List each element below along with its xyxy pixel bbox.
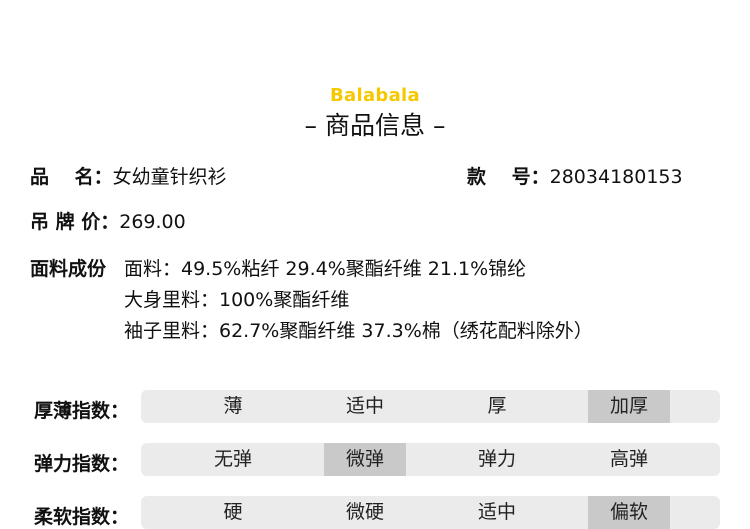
thickness-index-label: 厚薄指数： [34, 400, 130, 422]
elasticity-option: 高弹 [609, 448, 648, 470]
elasticity-index-label: 弹力指数： [34, 453, 130, 475]
thickness-option: 适中 [345, 395, 384, 417]
sku-value: 28034180153 [549, 166, 683, 188]
price-label: 吊 牌 价： [30, 211, 120, 233]
price-row: 吊 牌 价：269.00 [30, 207, 186, 234]
sku-row: 款 号：28034180153 [467, 162, 683, 189]
thickness-option: 加厚 [588, 390, 670, 423]
softness-option: 偏软 [588, 496, 670, 529]
sku-label: 款 号： [467, 166, 550, 188]
composition-label: 面料成份 [30, 258, 107, 280]
softness-index-bar: 硬 微硬 适中 偏软 [141, 496, 720, 529]
price-value: 269.00 [119, 211, 186, 233]
softness-option: 微硬 [345, 501, 384, 523]
product-name-label: 品 名： [30, 166, 113, 188]
softness-option: 适中 [477, 501, 516, 523]
elasticity-option: 弹力 [477, 448, 516, 470]
product-name-row: 品 名：女幼童针织衫 [30, 162, 227, 189]
brand-logo: Balabala [330, 85, 420, 106]
thickness-option: 厚 [487, 395, 507, 417]
composition-line: 袖子里料：62.7%聚酯纤维 37.3%棉（绣花配料除外） [124, 320, 593, 342]
product-name-value: 女幼童针织衫 [112, 166, 227, 188]
section-title: – 商品信息 – [304, 111, 446, 140]
composition-line: 面料：49.5%粘纤 29.4%聚酯纤维 21.1%锦纶 [124, 258, 527, 280]
elasticity-index-bar: 无弹 微弹 弹力 高弹 [141, 443, 720, 476]
composition-line: 大身里料：100%聚酯纤维 [124, 289, 350, 311]
thickness-option: 薄 [223, 395, 243, 417]
elasticity-option: 微弹 [324, 443, 406, 476]
softness-option: 硬 [223, 501, 243, 523]
softness-index-label: 柔软指数： [34, 506, 130, 528]
elasticity-option: 无弹 [213, 448, 252, 470]
thickness-index-bar: 薄 适中 厚 加厚 [141, 390, 720, 423]
